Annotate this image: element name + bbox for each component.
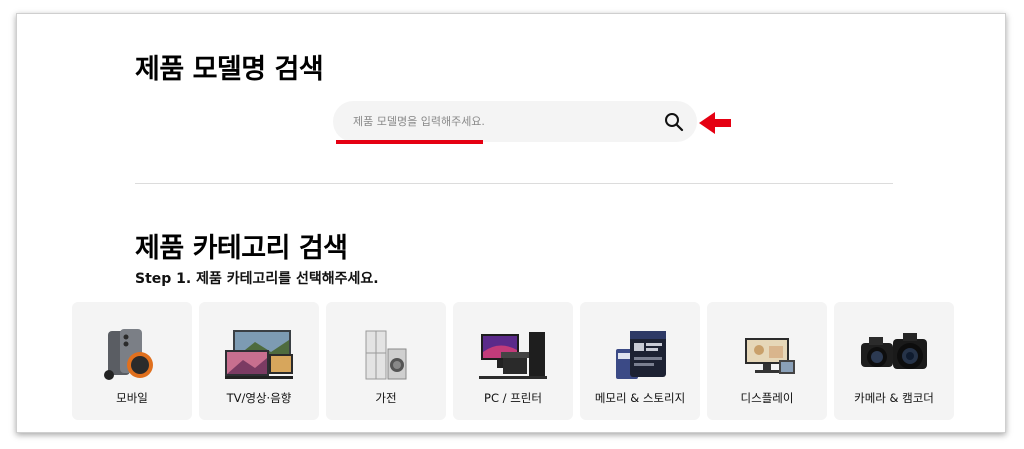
page-frame: 제품 모델명 검색 제품 카테고리 검색 Step 1. 제품 카테고리를 선택… bbox=[16, 13, 1006, 433]
category-card-memory[interactable]: 메모리 & 스토리지 bbox=[580, 302, 700, 420]
memory-card-image bbox=[600, 326, 680, 384]
category-card-appliances[interactable]: 가전 bbox=[326, 302, 446, 420]
search-input[interactable] bbox=[353, 101, 643, 142]
search-icon bbox=[665, 113, 684, 132]
category-label: PC / 프린터 bbox=[484, 391, 542, 405]
appliances-image bbox=[346, 326, 426, 384]
tv-image bbox=[219, 326, 299, 384]
monitor-image bbox=[727, 326, 807, 384]
search-bar bbox=[333, 101, 697, 142]
category-card-camera[interactable]: 카메라 & 캠코더 bbox=[834, 302, 954, 420]
category-card-pc-printer[interactable]: PC / 프린터 bbox=[453, 302, 573, 420]
mobile-devices-image bbox=[92, 326, 172, 384]
category-label: TV/영상·음향 bbox=[226, 391, 292, 405]
step-instruction: Step 1. 제품 카테고리를 선택해주세요. bbox=[135, 271, 379, 287]
pc-printer-image bbox=[473, 326, 553, 384]
category-label: 카메라 & 캠코더 bbox=[854, 391, 934, 405]
category-label: 모바일 bbox=[116, 391, 148, 405]
camera-image bbox=[854, 326, 934, 384]
category-card-display[interactable]: 디스플레이 bbox=[707, 302, 827, 420]
section-divider bbox=[135, 183, 893, 184]
category-list: 모바일 TV/영상·음향 가전 PC / 프린터 메모리 & 스토리지 디스플레… bbox=[72, 302, 954, 420]
category-search-title: 제품 카테고리 검색 bbox=[135, 233, 348, 264]
pointer-arrow-icon bbox=[699, 112, 731, 134]
category-label: 가전 bbox=[375, 391, 397, 405]
highlight-underline bbox=[336, 140, 483, 144]
search-button[interactable] bbox=[661, 109, 687, 135]
category-label: 디스플레이 bbox=[740, 391, 794, 405]
model-search-title: 제품 모델명 검색 bbox=[135, 54, 324, 85]
category-card-mobile[interactable]: 모바일 bbox=[72, 302, 192, 420]
category-label: 메모리 & 스토리지 bbox=[594, 391, 686, 405]
category-card-tv[interactable]: TV/영상·음향 bbox=[199, 302, 319, 420]
